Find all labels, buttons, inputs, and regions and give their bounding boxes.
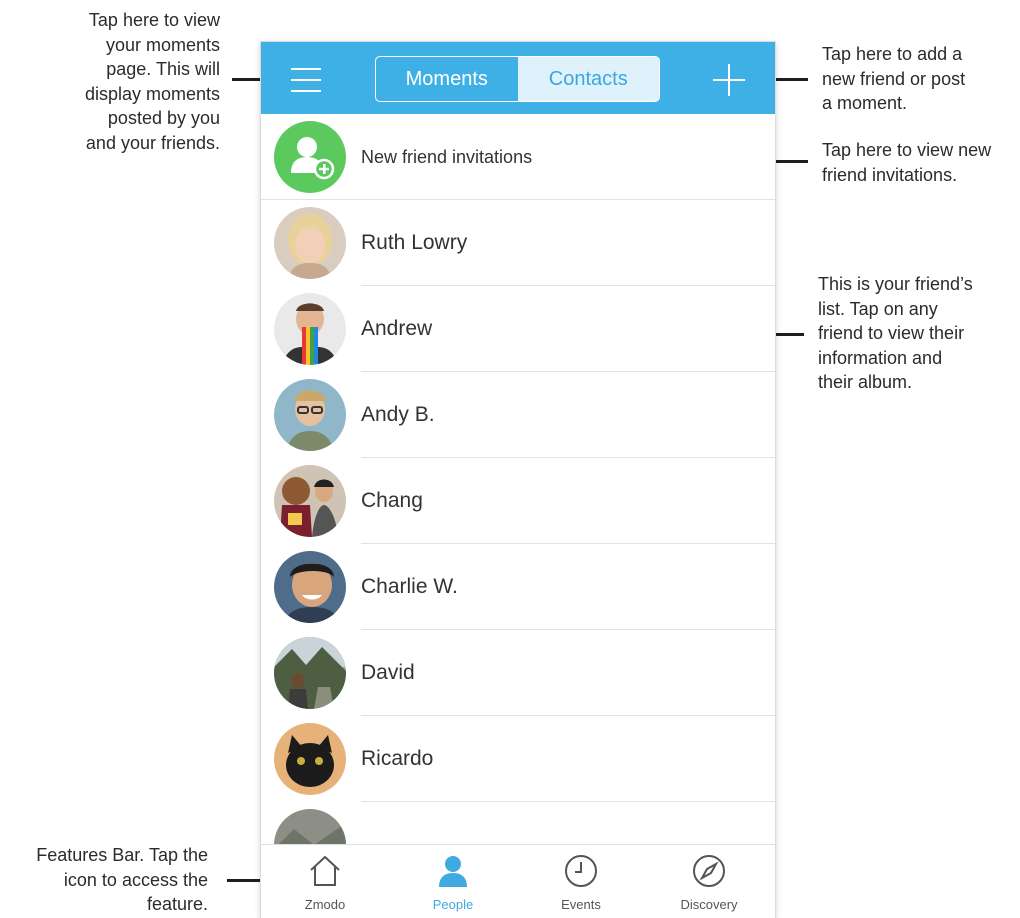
tab-contacts[interactable]: Contacts xyxy=(517,57,659,101)
list-item[interactable] xyxy=(261,802,775,844)
hamburger-icon[interactable] xyxy=(291,68,325,92)
tab-label: People xyxy=(432,897,474,912)
list-item[interactable]: Ricardo xyxy=(261,716,775,802)
moments-contacts-toggle: Moments Contacts xyxy=(375,56,660,102)
annotation-line: posted by you xyxy=(107,108,220,128)
add-annotation: Tap here to add a new friend or post a m… xyxy=(822,42,1012,116)
home-icon xyxy=(310,855,340,886)
annotation-line: feature. xyxy=(146,894,208,914)
compass-icon xyxy=(693,855,725,887)
contact-name: Chang xyxy=(361,489,423,512)
annotation-line: your moments xyxy=(105,34,220,55)
tab-label: Zmodo xyxy=(304,897,346,912)
annotation-line: information and xyxy=(818,347,943,368)
avatar xyxy=(274,379,346,451)
list-annotation: This is your friend’s list. Tap on any f… xyxy=(818,272,1013,395)
avatar xyxy=(274,293,346,365)
annotation-line: Tap here to view xyxy=(88,10,220,30)
plus-icon[interactable] xyxy=(713,64,745,96)
contact-name: David xyxy=(361,661,415,684)
annotation-line: This is your friend’s xyxy=(818,274,973,294)
contact-name: Andy B. xyxy=(361,403,435,426)
avatar xyxy=(274,465,346,537)
tab-discovery[interactable]: Discovery xyxy=(645,845,773,918)
tab-label: Events xyxy=(561,897,601,912)
invitations-label: New friend invitations xyxy=(361,147,533,167)
moments-annotation: Tap here to view your moments page. This… xyxy=(30,8,220,155)
annotation-line: Tap here to view new xyxy=(822,140,992,160)
features-annotation: Features Bar. Tap the icon to access the… xyxy=(0,843,208,917)
avatar xyxy=(274,637,346,709)
tab-label: Discovery xyxy=(680,897,738,912)
annotation-line: a moment. xyxy=(822,93,908,113)
clock-icon xyxy=(565,855,597,887)
annotation-line: friend to view their xyxy=(818,323,965,343)
annotation-line: icon to access the xyxy=(63,869,208,890)
annotation-line: and your friends. xyxy=(85,132,220,153)
avatar xyxy=(274,207,346,279)
add-user-icon xyxy=(274,121,346,193)
new-friend-invitations-row[interactable]: New friend invitations xyxy=(261,114,775,200)
contact-name: Andrew xyxy=(361,317,433,340)
annotation-line: display moments xyxy=(84,83,220,104)
tab-moments[interactable]: Moments xyxy=(376,57,518,101)
annotation-line: new friend or post xyxy=(822,68,966,89)
list-item[interactable]: Ruth Lowry xyxy=(261,200,775,286)
list-item[interactable]: David xyxy=(261,630,775,716)
contact-name: Ricardo xyxy=(361,747,434,770)
list-item[interactable]: Chang xyxy=(261,458,775,544)
annotation-line: Tap here to add a xyxy=(822,44,963,64)
person-icon xyxy=(439,856,467,887)
tab-people[interactable]: People xyxy=(389,845,517,918)
list-item[interactable]: Andrew xyxy=(261,286,775,372)
list-item[interactable]: Charlie W. xyxy=(261,544,775,630)
contact-name: Charlie W. xyxy=(361,575,458,598)
annotation-line: list. Tap on any xyxy=(818,298,938,319)
annotation-line: Features Bar. Tap the xyxy=(36,845,208,865)
avatar xyxy=(274,551,346,623)
avatar xyxy=(274,723,346,795)
contact-name: Ruth Lowry xyxy=(361,231,468,254)
annotation-line: page. This will xyxy=(106,59,220,79)
features-bar: Zmodo People Events Discovery xyxy=(261,844,775,918)
annotation-line: friend invitations. xyxy=(822,164,958,185)
avatar xyxy=(274,809,346,844)
list-item[interactable]: Andy B. xyxy=(261,372,775,458)
invite-annotation: Tap here to view new friend invitations. xyxy=(822,138,1017,187)
top-bar: Moments Contacts xyxy=(261,42,775,114)
annotation-line: their album. xyxy=(818,372,913,392)
contact-list: New friend invitations Ruth Lowry Andrew… xyxy=(261,114,775,844)
tab-events[interactable]: Events xyxy=(517,845,645,918)
phone-screen: Moments Contacts New friend invitations xyxy=(261,42,775,918)
tab-zmodo[interactable]: Zmodo xyxy=(261,845,389,918)
